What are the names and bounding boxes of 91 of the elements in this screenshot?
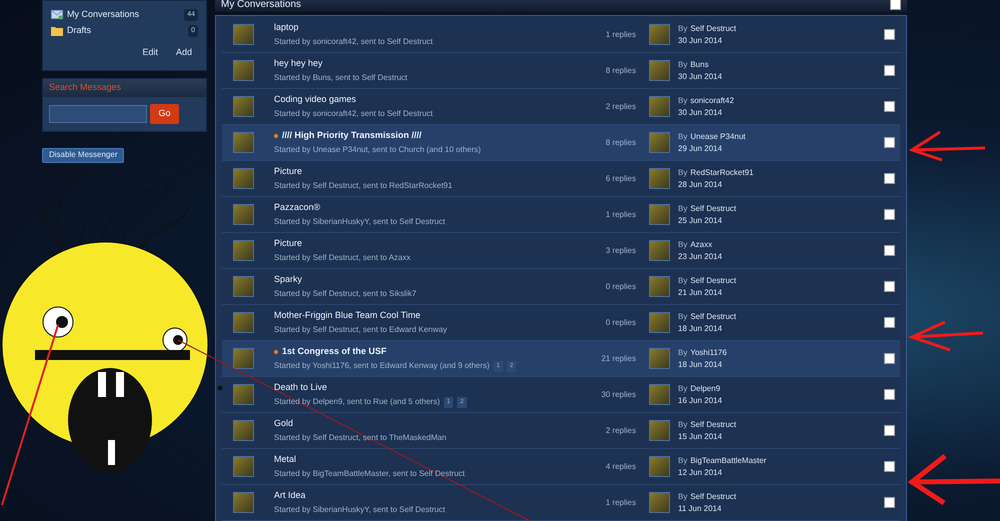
last-post-date: 30 Jun 2014 — [678, 70, 724, 82]
reply-count: 8 replies — [604, 136, 636, 148]
reply-count: 1 replies — [604, 208, 636, 220]
conversation-meta: Started by Unease P34nut, sent to Church (and 10 others) — [274, 144, 481, 156]
reply-count: 0 replies — [604, 280, 636, 292]
last-poster[interactable]: Self Destruct — [690, 202, 736, 214]
by-label: By — [678, 310, 688, 322]
reply-count: 4 replies — [604, 460, 636, 472]
last-post-date: 12 Jun 2014 — [678, 466, 724, 478]
conversation-meta: Started by Delpen9, sent to Rue (and 5 others) — [274, 396, 440, 408]
folder-link[interactable]: My Conversations — [67, 8, 180, 22]
last-post-date: 28 Jun 2014 — [678, 178, 724, 190]
last-post-date: 29 Jun 2014 — [678, 142, 724, 154]
conversation-title[interactable]: Sparky — [274, 272, 302, 286]
last-post-date: 30 Jun 2014 — [678, 34, 724, 46]
conversation-row[interactable]: //// High Priority Transmission //// Started by Unease P34nut, sent to Church (and 10 others) 8 replies By Unease P34nut 29 Jun 2014 — [222, 125, 900, 161]
reply-count: 8 replies — [604, 64, 636, 76]
folder-link[interactable]: Drafts — [67, 24, 184, 38]
conversation-title[interactable]: 1st Congress of the USF — [282, 344, 387, 358]
reply-count: 3 replies — [604, 244, 636, 256]
conversation-title[interactable]: Picture — [274, 236, 302, 250]
last-poster[interactable]: sonicoraft42 — [690, 94, 734, 106]
conversation-meta: Started by SiberianHuskyY, sent to Self Destruct — [274, 216, 446, 228]
last-post-date: 16 Jun 2014 — [678, 394, 724, 406]
conversation-title[interactable]: Death to Live — [274, 380, 328, 394]
reply-count: 0 replies — [604, 316, 636, 328]
by-label: By — [678, 346, 688, 358]
last-poster[interactable]: Self Destruct — [690, 22, 736, 34]
by-label: By — [678, 94, 688, 106]
by-label: By — [678, 274, 688, 286]
disable-messenger-button[interactable]: Disable Messenger — [42, 148, 124, 162]
conversation-title[interactable]: Art Idea — [274, 488, 306, 502]
last-poster[interactable]: Self Destruct — [690, 418, 736, 430]
action-link[interactable]: Add — [176, 46, 192, 60]
reply-count: 1 replies — [604, 496, 636, 508]
action-link[interactable]: Edit — [142, 46, 158, 60]
last-poster[interactable]: Delpen9 — [690, 382, 720, 394]
last-post-date: 18 Jun 2014 — [678, 322, 724, 334]
last-poster[interactable]: RedStarRocket91 — [690, 166, 754, 178]
reply-count: 1 replies — [604, 28, 636, 40]
conversation-title[interactable]: Metal — [274, 452, 296, 466]
last-poster[interactable]: BigTeamBattleMaster — [690, 454, 766, 466]
by-label: By — [678, 22, 688, 34]
by-label: By — [678, 130, 688, 142]
by-label: By — [678, 58, 688, 70]
reply-count: 21 replies — [600, 352, 636, 364]
conversation-meta: Started by SiberianHuskyY, sent to Self Destruct — [274, 504, 446, 516]
panel-header: Search Messages — [43, 78, 206, 96]
conversation-title[interactable]: //// High Priority Transmission //// — [282, 128, 422, 142]
last-poster[interactable]: Self Destruct — [690, 274, 736, 286]
last-post-date: 30 Jun 2014 — [678, 106, 724, 118]
conversation-title[interactable]: Mother-Friggin Blue Team Cool Time — [274, 308, 420, 322]
conversation-title[interactable]: Pazzacon® — [274, 200, 320, 214]
go-button[interactable]: Go — [150, 104, 179, 124]
conversation-meta: Started by Yoshi1176, sent to Edward Kenway (and 9 others) — [274, 360, 490, 372]
section-title: My Conversations — [221, 0, 302, 12]
last-poster[interactable]: Self Destruct — [690, 490, 736, 502]
conversation-meta: Started by Self Destruct, sent to Edward Kenway — [274, 324, 447, 336]
conversation-meta: Started by Self Destruct, sent to RedStarRocket91 — [274, 180, 452, 192]
by-label: By — [678, 166, 688, 178]
conversation-title[interactable]: hey hey hey — [274, 56, 323, 70]
by-label: By — [678, 490, 688, 502]
last-post-date: 15 Jun 2014 — [678, 430, 724, 442]
last-post-date: 25 Jun 2014 — [678, 214, 724, 226]
last-poster[interactable]: Self Destruct — [690, 310, 736, 322]
reply-count: 2 replies — [604, 424, 636, 436]
by-label: By — [678, 454, 688, 466]
conversation-title[interactable]: Coding video games — [274, 92, 356, 106]
last-post-date: 18 Jun 2014 — [678, 358, 724, 370]
last-post-date: 21 Jun 2014 — [678, 286, 724, 298]
last-post-date: 23 Jun 2014 — [678, 250, 724, 262]
conversation-meta: Started by Buns, sent to Self Destruct — [274, 72, 408, 84]
conversation-title[interactable]: laptop — [274, 20, 299, 34]
reply-count: 30 replies — [600, 388, 636, 400]
by-label: By — [678, 238, 688, 250]
reply-count: 6 replies — [604, 172, 636, 184]
last-poster[interactable]: Yoshi1176 — [690, 346, 727, 358]
by-label: By — [678, 418, 688, 430]
conversation-title[interactable]: Gold — [274, 416, 294, 430]
conversation-meta: Started by sonicoraft42, sent to Self Destruct — [274, 36, 433, 48]
conversation-meta: Started by sonicoraft42, sent to Self Destruct — [274, 108, 433, 120]
last-post-date: 11 Jun 2014 — [678, 502, 722, 514]
conversation-title[interactable]: Picture — [274, 164, 302, 178]
reply-count: 2 replies — [604, 100, 636, 112]
conversation-meta: Started by Self Destruct, sent to Azaxx — [274, 252, 411, 264]
by-label: By — [678, 202, 688, 214]
by-label: By — [678, 382, 688, 394]
conversation-meta: Started by Self Destruct, sent to Sikslik7 — [274, 288, 416, 300]
last-poster[interactable]: Buns — [690, 58, 709, 70]
last-poster[interactable]: Azaxx — [690, 238, 712, 250]
last-poster[interactable]: Unease P34nut — [690, 130, 746, 142]
